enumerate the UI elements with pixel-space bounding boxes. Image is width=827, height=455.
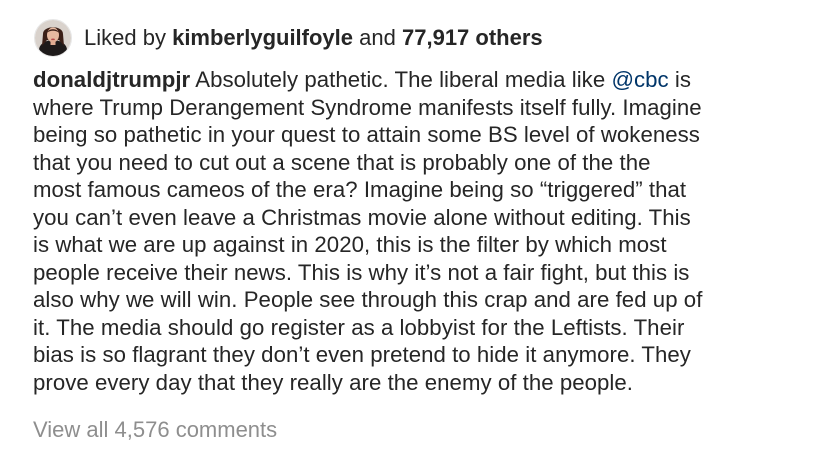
caption-line: you can’t even leave a Christmas movie a… <box>33 204 691 230</box>
caption-line: most famous cameos of the era? Imagine b… <box>33 177 687 202</box>
mention-link-cbc[interactable]: @cbc <box>611 67 668 92</box>
likes-row: Liked by kimberlyguilfoyle and 77,917 ot… <box>34 18 543 58</box>
post-caption: donaldjtrumpjr Absolutely pathetic. The … <box>33 66 809 396</box>
caption-line: donaldjtrumpjr Absolutely pathetic. The … <box>33 66 809 94</box>
liker-username-link[interactable]: kimberlyguilfoyle <box>172 25 353 50</box>
caption-line: is what we are up against in 2020, this … <box>33 232 667 257</box>
likes-connector: and <box>359 25 396 50</box>
profile-photo-icon <box>35 20 71 56</box>
caption-line: prove every day that they really are the… <box>33 369 633 395</box>
likes-others-link[interactable]: 77,917 others <box>402 25 543 50</box>
caption-text: is <box>674 67 692 92</box>
instagram-post-info: Liked by kimberlyguilfoyle and 77,917 ot… <box>0 0 827 455</box>
caption-line: that you need to cut out a scene that is… <box>33 149 651 175</box>
caption-text: Absolutely pathetic. The liberal media l… <box>195 67 606 92</box>
liked-by-label: Liked by <box>84 25 166 50</box>
caption-line: being so pathetic in your quest to attai… <box>33 122 700 147</box>
view-all-comments-link[interactable]: View all 4,576 comments <box>33 416 277 443</box>
caption-line: bias is so flagrant they don’t even pret… <box>33 342 691 367</box>
caption-line: people receive their news. This is why i… <box>33 259 690 285</box>
author-username-link[interactable]: donaldjtrumpjr <box>33 67 190 92</box>
caption-line: also why we will win. People see through… <box>33 287 703 312</box>
caption-line: it. The media should go register as a lo… <box>33 314 685 340</box>
caption-line: where Trump Derangement Syndrome manifes… <box>33 94 702 120</box>
likes-summary: Liked by kimberlyguilfoyle and 77,917 ot… <box>84 25 543 51</box>
liker-avatar[interactable] <box>34 19 72 57</box>
